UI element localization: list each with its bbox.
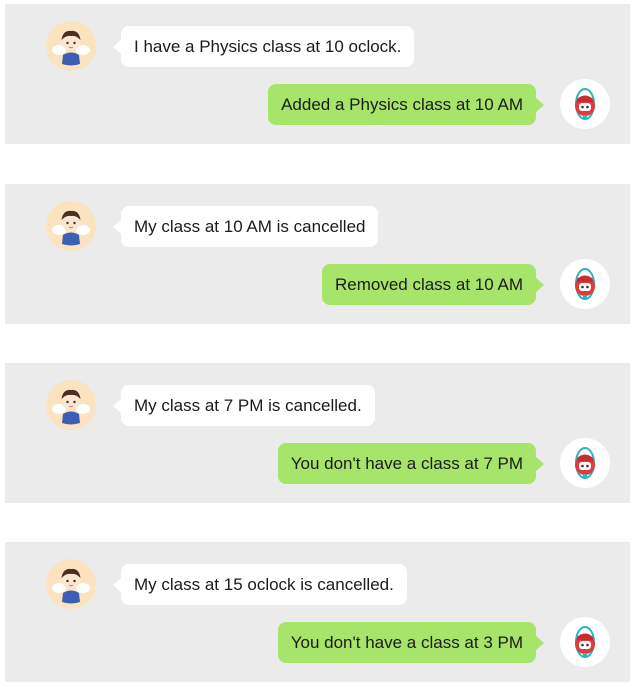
user-message-bubble: My class at 10 AM is cancelled	[112, 206, 379, 247]
red-robot-avatar-icon	[575, 88, 595, 120]
chat-exchange: My class at 10 AM is cancelled Removed c…	[5, 184, 630, 324]
red-robot-avatar-icon	[575, 447, 595, 479]
bot-reply-bubble: Added a Physics class at 10 AM	[268, 84, 544, 125]
bot-avatar	[560, 438, 610, 488]
user-message-row: My class at 15 oclock is cancelled.	[5, 559, 630, 609]
user-message-bubble: My class at 15 oclock is cancelled.	[113, 564, 407, 605]
bot-message-row: You don't have a class at 7 PM	[5, 438, 630, 488]
bot-reply-bubble: You don't have a class at 3 PM	[277, 622, 545, 663]
chat-exchange: My class at 15 oclock is cancelled. You …	[5, 542, 630, 682]
chat-exchange: My class at 7 PM is cancelled. You don't…	[5, 363, 630, 503]
bot-reply-bubble: Removed class at 10 AM	[321, 264, 545, 305]
bot-message-row: Added a Physics class at 10 AM	[5, 79, 630, 129]
bot-message-row: Removed class at 10 AM	[5, 259, 630, 309]
chat-exchange: I have a Physics class at 10 oclock. Add…	[5, 4, 630, 144]
user-avatar	[46, 201, 96, 251]
user-avatar	[46, 21, 96, 71]
bot-message-row: You don't have a class at 3 PM	[5, 617, 630, 667]
user-message-row: My class at 10 AM is cancelled	[5, 201, 630, 251]
user-message-row: My class at 7 PM is cancelled.	[5, 380, 630, 430]
user-avatar	[46, 380, 96, 430]
red-robot-avatar-icon	[575, 626, 595, 658]
bot-avatar	[560, 79, 610, 129]
user-avatar	[46, 559, 96, 609]
user-message-bubble: I have a Physics class at 10 oclock.	[112, 26, 415, 67]
red-robot-avatar-icon	[575, 268, 595, 300]
angel-boy-avatar-icon	[52, 210, 90, 246]
angel-boy-avatar-icon	[52, 568, 90, 604]
angel-boy-avatar-icon	[52, 389, 90, 425]
bot-avatar	[560, 617, 610, 667]
user-message-bubble: My class at 7 PM is cancelled.	[113, 385, 375, 426]
angel-boy-avatar-icon	[52, 30, 90, 66]
bot-avatar	[560, 259, 610, 309]
bot-reply-bubble: You don't have a class at 7 PM	[277, 443, 545, 484]
user-message-row: I have a Physics class at 10 oclock.	[5, 21, 630, 71]
